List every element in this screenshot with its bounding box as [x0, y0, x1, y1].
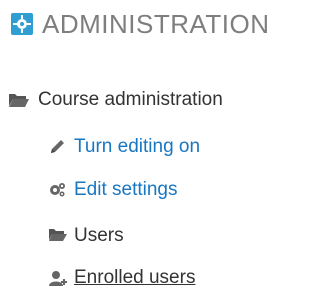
- gear-puzzle-icon: [10, 12, 34, 36]
- gears-icon: [48, 181, 66, 199]
- folder-open-icon: [8, 91, 29, 109]
- tree-item-label: Course administration: [38, 89, 223, 110]
- tree-item-link[interactable]: Enrolled users: [74, 267, 195, 289]
- tree-item-label: Users: [74, 225, 124, 246]
- user-add-icon: [48, 269, 67, 287]
- block-title: ADMINISTRATION: [42, 8, 270, 39]
- tree-item-turn-editing-on[interactable]: Turn editing on: [48, 133, 200, 161]
- block-header: ADMINISTRATION: [10, 6, 270, 42]
- tree-item-edit-settings[interactable]: Edit settings: [48, 176, 178, 204]
- administration-block: ADMINISTRATION Course administration Tur…: [0, 0, 304, 297]
- tree-item-link[interactable]: Turn editing on: [74, 136, 200, 158]
- tree-item-users[interactable]: Users: [48, 222, 124, 250]
- tree-item-link[interactable]: Edit settings: [74, 179, 178, 201]
- folder-open-icon: [48, 227, 67, 245]
- tree-item-course-administration[interactable]: Course administration: [8, 86, 223, 114]
- tree-item-enrolled-users[interactable]: Enrolled users: [48, 264, 195, 292]
- pencil-icon: [48, 138, 66, 156]
